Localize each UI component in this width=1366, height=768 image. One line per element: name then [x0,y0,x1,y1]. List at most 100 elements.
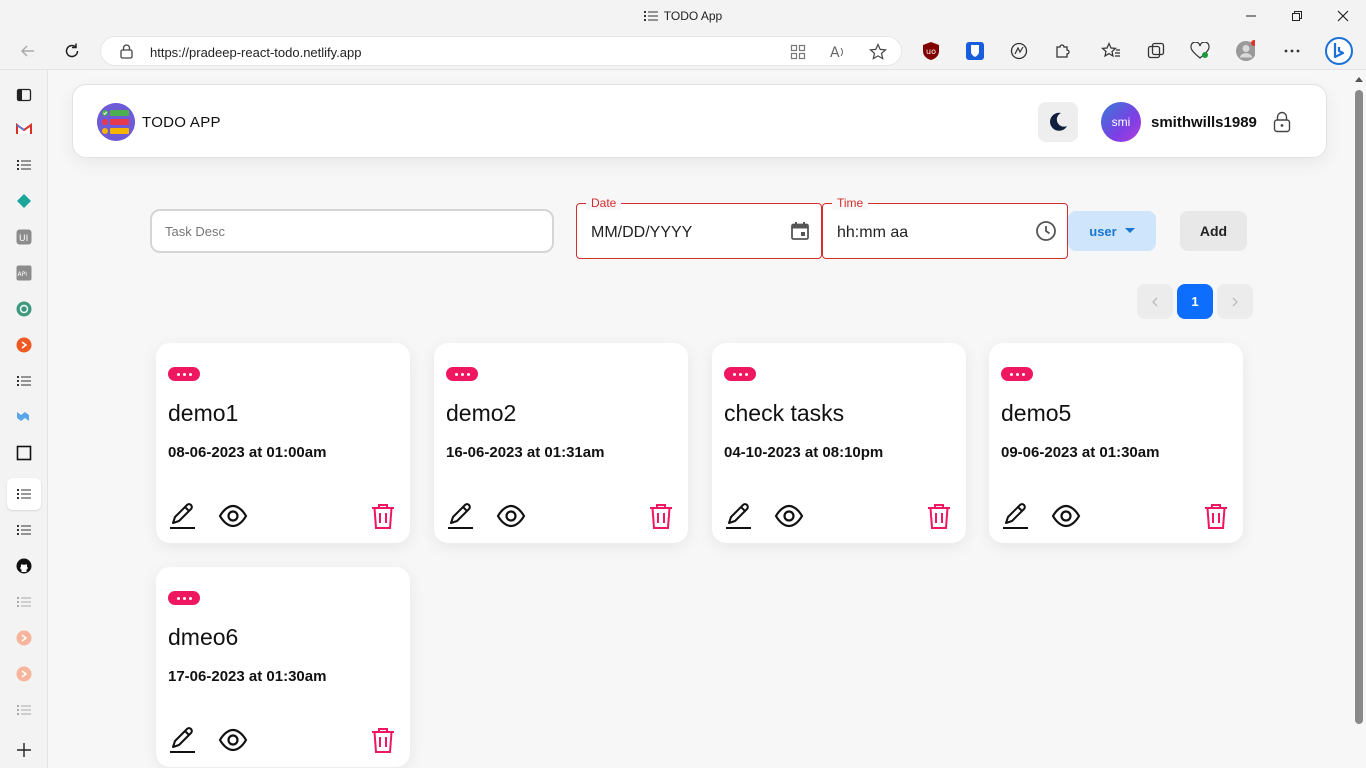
restore-icon[interactable] [1287,6,1307,26]
edit-pencil-icon[interactable] [724,501,754,531]
view-eye-icon[interactable] [1051,501,1081,531]
ublock-icon[interactable]: uo [921,41,941,61]
edit-pencil-icon[interactable] [446,501,476,531]
performance-heart-icon[interactable] [1190,41,1210,61]
list-icon [643,10,658,25]
back-icon[interactable] [17,40,39,62]
task-desc-input[interactable] [150,209,554,253]
favorite-star-icon[interactable] [869,43,887,61]
task-status-tag [1001,367,1033,381]
tab-actions-icon[interactable] [14,85,34,105]
gmail-icon[interactable] [14,119,34,139]
svg-text:API: API [18,271,28,278]
task-datetime: 09-06-2023 at 01:30am [1001,444,1160,461]
apps-icon[interactable] [789,43,807,61]
todo-list-icon[interactable] [14,371,34,391]
chatgpt-icon[interactable] [14,299,34,319]
close-icon[interactable] [1333,6,1353,26]
task-card: dmeo6 17-06-2023 at 01:30am [156,567,410,767]
svg-text:uo: uo [926,47,936,56]
add-task-button[interactable]: Add [1180,211,1247,251]
mui-icon[interactable] [14,407,34,427]
browser-sidebar: UI API [0,70,48,768]
date-picker-field[interactable]: Date MM/DD/YYYY [576,196,822,259]
app-logo-icon [97,103,135,141]
delete-trash-icon[interactable] [925,501,953,531]
favorites-icon[interactable] [1101,41,1121,61]
user-select-button[interactable]: user [1068,211,1156,251]
view-eye-icon[interactable] [496,501,526,531]
ui-app-icon[interactable]: UI [14,227,34,247]
scrollbar-thumb[interactable] [1355,90,1363,724]
view-eye-icon[interactable] [774,501,804,531]
todo-list-faded-icon[interactable] [14,700,34,720]
task-title: dmeo6 [168,624,239,650]
orange-app-icon[interactable] [14,335,34,355]
app-header: TODO APP smi smithwills1989 [72,84,1327,158]
task-datetime: 08-06-2023 at 01:00am [168,444,327,461]
orange-app-faded-icon[interactable] [14,628,34,648]
todo-list-icon[interactable] [14,155,34,175]
bing-copilot-icon[interactable] [1324,36,1354,66]
bitwarden-icon[interactable] [965,41,985,61]
pagination-prev-button[interactable] [1137,284,1173,319]
minimize-icon[interactable] [1241,6,1261,26]
collections-icon[interactable] [1146,41,1166,61]
delete-trash-icon[interactable] [647,501,675,531]
page-scrollbar[interactable] [1352,70,1366,768]
time-picker-field[interactable]: Time hh:mm aa [822,196,1068,259]
github-icon[interactable] [14,556,34,576]
dark-mode-toggle[interactable] [1038,102,1078,142]
task-title: demo5 [1001,400,1072,426]
view-eye-icon[interactable] [218,501,248,531]
clock-icon[interactable] [1035,220,1057,242]
moon-icon [1050,112,1067,131]
read-aloud-icon[interactable]: A [829,43,847,61]
task-card: demo1 08-06-2023 at 01:00am [156,343,410,543]
square-app-icon[interactable] [14,443,34,463]
logout-lock-button[interactable] [1271,111,1293,133]
task-card: demo5 09-06-2023 at 01:30am [989,343,1243,543]
calendar-icon[interactable] [789,220,811,242]
edit-pencil-icon[interactable] [168,501,198,531]
time-placeholder[interactable]: hh:mm aa [837,224,908,242]
api-app-icon[interactable]: API [14,263,34,283]
add-sidebar-app-icon[interactable] [14,740,34,760]
task-status-tag [446,367,478,381]
edit-pencil-icon[interactable] [1001,501,1031,531]
todo-list-icon[interactable] [14,520,34,540]
avatar[interactable]: smi [1101,102,1141,142]
more-menu-icon[interactable] [1282,41,1302,61]
lock-icon[interactable] [120,44,133,64]
chevron-right-icon [1232,297,1238,306]
delete-trash-icon[interactable] [369,501,397,531]
extension-circle-icon[interactable] [1009,41,1029,61]
caret-down-icon [1124,228,1135,233]
address-row: https://pradeep-react-todo.netlify.app A… [0,32,1366,70]
view-eye-icon[interactable] [218,725,248,755]
scroll-up-icon[interactable] [1355,76,1363,82]
task-title: demo2 [446,400,517,426]
refresh-icon[interactable] [61,40,83,62]
orange-app-faded-icon[interactable] [14,664,34,684]
date-placeholder[interactable]: MM/DD/YYYY [591,224,692,242]
address-bar[interactable]: https://pradeep-react-todo.netlify.app A [100,36,902,66]
task-card: check tasks 04-10-2023 at 08:10pm [712,343,966,543]
delete-trash-icon[interactable] [1202,501,1230,531]
profile-icon[interactable] [1235,40,1255,61]
diamond-app-icon[interactable] [14,191,34,211]
time-label: Time [832,196,869,210]
task-datetime: 16-06-2023 at 01:31am [446,444,605,461]
window-title: TODO App [0,9,1366,25]
edit-pencil-icon[interactable] [168,725,198,755]
extensions-puzzle-icon[interactable] [1053,41,1073,61]
pagination-page-1[interactable]: 1 [1177,284,1213,319]
title-bar: TODO App [0,0,1366,32]
todo-list-faded-icon[interactable] [14,592,34,612]
delete-trash-icon[interactable] [369,725,397,755]
user-select-label: user [1089,223,1117,239]
pagination-next-button[interactable] [1217,284,1253,319]
todo-list-active-icon[interactable] [14,484,34,504]
url-text[interactable]: https://pradeep-react-todo.netlify.app [150,45,362,60]
date-label: Date [586,196,622,210]
